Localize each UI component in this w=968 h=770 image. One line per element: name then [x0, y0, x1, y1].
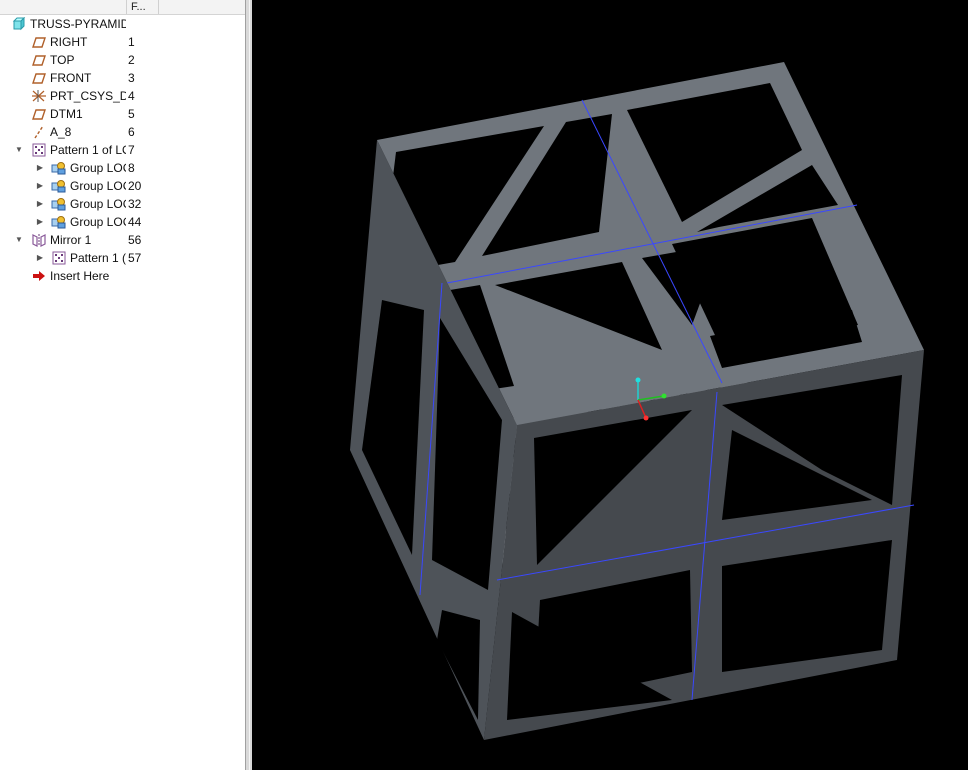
- tree-item-label: Pattern 1 of LOCAL_GROUP: [50, 143, 126, 157]
- pattern-icon: [32, 143, 46, 157]
- group-icon: [51, 161, 66, 175]
- collapse-triangle-icon[interactable]: ▼: [14, 141, 24, 159]
- name-column-header[interactable]: [0, 0, 127, 14]
- tree-item-label: RIGHT: [50, 35, 88, 49]
- tree-item-number: 7: [128, 143, 135, 157]
- tree-item-number: 20: [128, 179, 142, 193]
- tree-item-label: Mirror 1: [50, 233, 92, 247]
- tree-item-front[interactable]: FRONT 3: [0, 69, 245, 87]
- tree-item-label: Pattern 1 (: [70, 251, 126, 265]
- tree-item-number: 8: [128, 161, 135, 175]
- panel-splitter[interactable]: [245, 0, 252, 770]
- group-icon: [51, 179, 66, 193]
- tree-item-group-8[interactable]: ▶ Group LOCAL_GROUP 8: [0, 159, 245, 177]
- datum-plane-icon: [32, 53, 46, 67]
- tree-item-label: Group LOCAL_GROUP: [70, 161, 126, 175]
- collapse-triangle-icon[interactable]: ▼: [14, 231, 24, 249]
- tree-item-label: DTM1: [50, 107, 83, 121]
- feature-number-column-header[interactable]: F...: [131, 0, 146, 14]
- tree-item-mirror-1[interactable]: ▼ Mirror 1 56: [0, 231, 245, 249]
- tree-item-group-32[interactable]: ▶ Group LOCAL_GROUP 32: [0, 195, 245, 213]
- expand-triangle-icon[interactable]: ▶: [35, 195, 45, 213]
- tree-item-number: 56: [128, 233, 142, 247]
- model-tree-panel: F... TRUSS-PYRAMID RIGHT 1 TOP 2 FRONT 3: [0, 0, 245, 770]
- tree-item-label: FRONT: [50, 71, 92, 85]
- tree-root-label: TRUSS-PYRAMID: [30, 17, 126, 31]
- tree-item-number: 4: [128, 89, 135, 103]
- tree-item-number: 44: [128, 215, 142, 229]
- tree-item-label: Group LOCAL_GROUP: [70, 215, 126, 229]
- tree-item-pattern-1-mirrored[interactable]: ▶ Pattern 1 ( 57: [0, 249, 245, 267]
- tree-item-dtm1[interactable]: DTM1 5: [0, 105, 245, 123]
- tree-item-right[interactable]: RIGHT 1: [0, 33, 245, 51]
- tree-item-label: Group LOCAL_GROUP: [70, 179, 126, 193]
- pattern-icon: [52, 251, 66, 265]
- tree-item-number: 32: [128, 197, 142, 211]
- tree-item-number: 1: [128, 35, 135, 49]
- tree-insert-here[interactable]: Insert Here: [0, 267, 245, 285]
- expand-triangle-icon[interactable]: ▶: [35, 159, 45, 177]
- tree-item-number: 6: [128, 125, 135, 139]
- tree-item-top[interactable]: TOP 2: [0, 51, 245, 69]
- mirror-icon: [32, 233, 46, 247]
- column-divider: [158, 0, 159, 14]
- tree-item-group-44[interactable]: ▶ Group LOCAL_GROUP 44: [0, 213, 245, 231]
- tree-item-number: 2: [128, 53, 135, 67]
- tree-item-label: Group LOCAL_GROUP: [70, 197, 126, 211]
- datum-plane-icon: [32, 71, 46, 85]
- insert-arrow-icon: [32, 269, 46, 283]
- tree-item-prt-csys-def[interactable]: PRT_CSYS_DEF 4: [0, 87, 245, 105]
- expand-triangle-icon[interactable]: ▶: [35, 213, 45, 231]
- expand-triangle-icon[interactable]: ▶: [35, 177, 45, 195]
- truss-cube-model: [350, 62, 924, 740]
- tree-root-part[interactable]: TRUSS-PYRAMID: [0, 15, 245, 33]
- tree-item-label: Insert Here: [50, 269, 110, 283]
- tree-item-label: A_8: [50, 125, 72, 139]
- expand-triangle-icon[interactable]: ▶: [35, 249, 45, 267]
- tree-item-pattern-1[interactable]: ▼ Pattern 1 of LOCAL_GROUP 7: [0, 141, 245, 159]
- model-tree-header: F...: [0, 0, 245, 15]
- coordinate-system-icon: [31, 89, 46, 103]
- tree-item-group-20[interactable]: ▶ Group LOCAL_GROUP 20: [0, 177, 245, 195]
- group-icon: [51, 197, 66, 211]
- datum-plane-icon: [32, 107, 46, 121]
- graphics-viewport[interactable]: [252, 0, 968, 770]
- tree-item-label: TOP: [50, 53, 75, 67]
- tree-item-number: 3: [128, 71, 135, 85]
- group-icon: [51, 215, 66, 229]
- datum-plane-icon: [32, 35, 46, 49]
- part-icon: [12, 17, 26, 31]
- tree-item-label: PRT_CSYS_DEF: [50, 89, 126, 103]
- tree-item-number: 57: [128, 251, 142, 265]
- tree-item-number: 5: [128, 107, 135, 121]
- tree-item-a-8[interactable]: A_8 6: [0, 123, 245, 141]
- datum-axis-icon: [32, 125, 46, 139]
